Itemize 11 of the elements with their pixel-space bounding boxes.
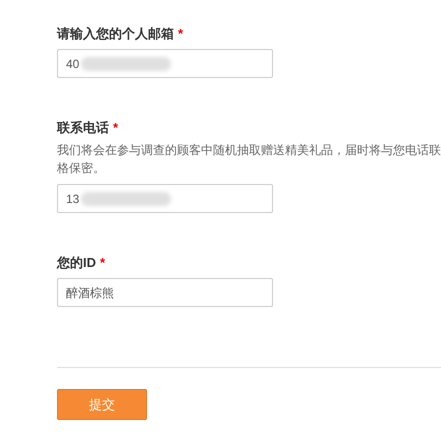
field-label: 您的ID [57,254,96,272]
required-asterisk: * [113,119,118,138]
input-field[interactable]: 40 [57,49,273,78]
field-label: 联系电话 [57,119,109,138]
input-field[interactable]: 醉酒棕熊 [57,278,273,307]
help-text: 我们将会在参与调查的顾客中随机抽取赠送精美礼品，届时将与您电话联 [57,142,441,159]
help-text: 格保密。 [57,160,106,177]
field-label: 请输入您的个人邮箱 [57,25,174,44]
required-asterisk: * [100,254,106,272]
required-asterisk: * [178,25,184,44]
input-field[interactable]: 13 [57,184,273,213]
